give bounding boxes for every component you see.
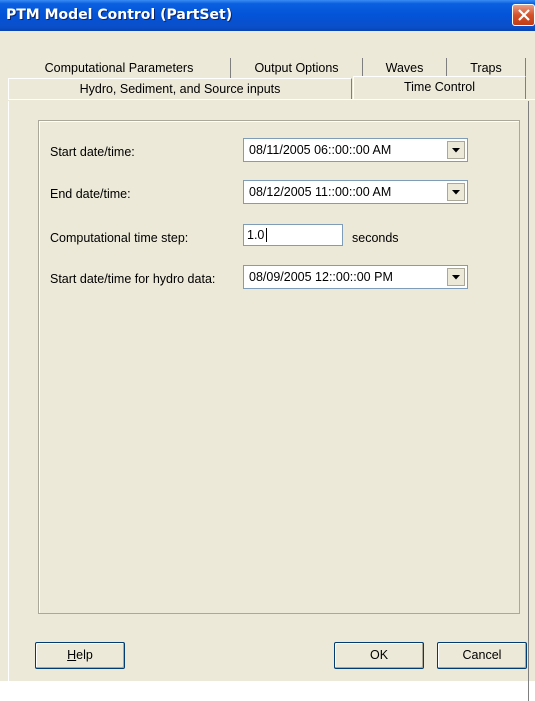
end-date-combo[interactable]: 08/12/2005 11::00::00 AM [243,180,468,204]
ok-button[interactable]: OK [334,642,424,669]
dialog-window: PTM Model Control (PartSet) Computationa… [0,0,535,701]
tab-time-control[interactable]: Time Control [353,76,526,99]
start-date-dropdown-button[interactable] [447,141,465,159]
help-accelerator: H [67,648,77,662]
start-date-combo[interactable]: 08/11/2005 06::00::00 AM [243,138,468,162]
time-step-unit: seconds [352,231,399,245]
time-step-input[interactable]: 1.0 [243,224,343,246]
hydro-start-value: 08/09/2005 12::00::00 PM [249,270,393,284]
chevron-down-icon [452,275,460,280]
text-caret [266,228,267,242]
close-icon [518,9,530,21]
close-button[interactable] [512,4,535,26]
hydro-start-combo[interactable]: 08/09/2005 12::00::00 PM [243,265,468,289]
help-button[interactable]: Help [35,642,125,669]
hydro-start-label: Start date/time for hydro data: [50,272,216,286]
end-date-value: 08/12/2005 11::00::00 AM [249,185,392,199]
start-date-value: 08/11/2005 06::00::00 AM [249,143,392,157]
end-date-label: End date/time: [50,187,131,201]
time-step-label: Computational time step: [50,231,189,245]
time-step-value: 1.0 [247,228,265,242]
title-bar[interactable]: PTM Model Control (PartSet) [0,0,535,31]
window-title: PTM Model Control (PartSet) [6,7,233,23]
end-date-dropdown-button[interactable] [447,183,465,201]
chevron-down-icon [452,148,460,153]
tab-output-options[interactable]: Output Options [231,58,363,79]
tab-computational-parameters[interactable]: Computational Parameters [8,58,231,79]
tab-hydro-sediment-source[interactable]: Hydro, Sediment, and Source inputs [8,78,352,99]
help-label: elp [76,648,93,662]
cancel-button[interactable]: Cancel [437,642,527,669]
tab-row-2: Hydro, Sediment, and Source inputs Time … [8,76,535,100]
start-date-label: Start date/time: [50,145,135,159]
hydro-start-dropdown-button[interactable] [447,268,465,286]
chevron-down-icon [452,190,460,195]
